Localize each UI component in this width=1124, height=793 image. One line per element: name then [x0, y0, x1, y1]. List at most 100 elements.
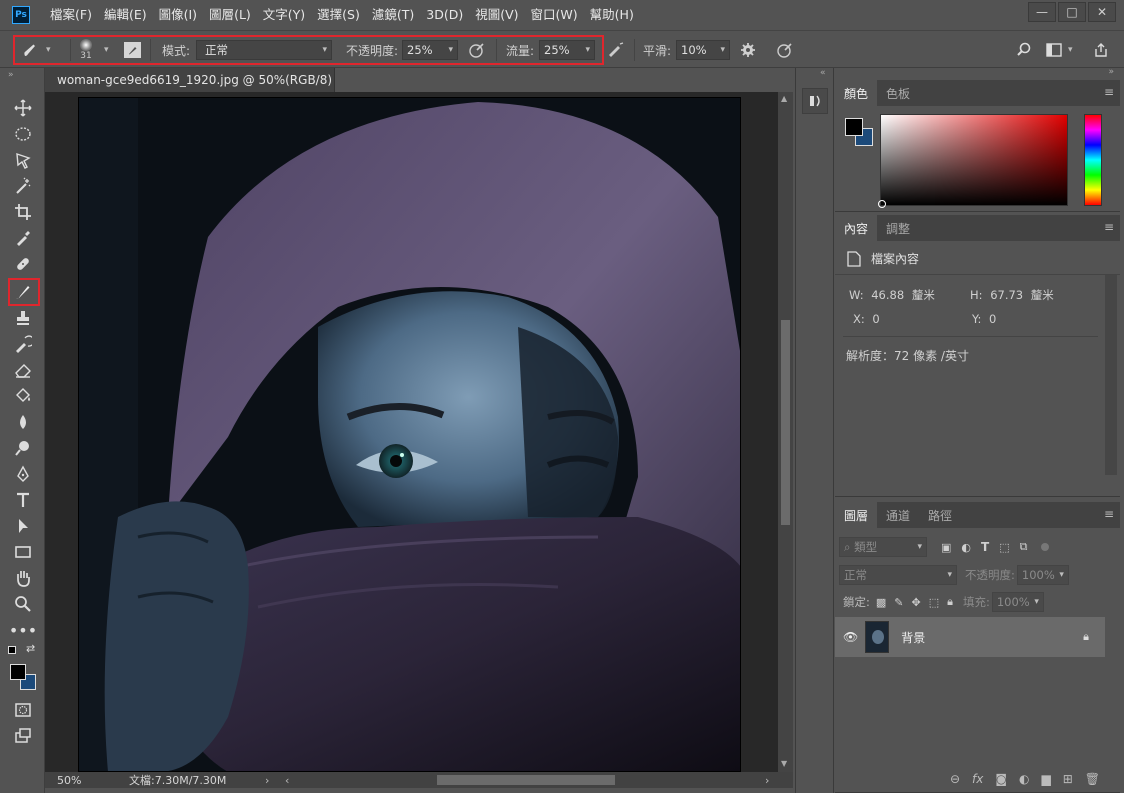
smoothing-options-button[interactable]: [740, 31, 756, 69]
history-panel-button[interactable]: [802, 88, 828, 114]
new-layer-icon[interactable]: ⊞: [1063, 772, 1073, 786]
pressure-opacity-toggle[interactable]: [468, 31, 486, 69]
collapse-toolbar-icon[interactable]: »: [8, 70, 14, 80]
eraser-tool[interactable]: [8, 358, 38, 382]
close-window-button[interactable]: ✕: [1088, 2, 1116, 22]
mode-select[interactable]: 正常 ▾: [196, 40, 332, 60]
filter-type-icon[interactable]: T: [981, 540, 989, 554]
collapse-panels-icon[interactable]: »: [1108, 67, 1114, 77]
filter-toggle-icon[interactable]: [1041, 543, 1050, 551]
tab-color[interactable]: 顏色: [835, 80, 878, 106]
x-value[interactable]: 0: [872, 312, 879, 326]
clone-stamp-tool[interactable]: [8, 306, 38, 330]
share-button[interactable]: [1093, 31, 1109, 69]
lock-position-icon[interactable]: ✥: [912, 596, 921, 609]
layer-name[interactable]: 背景: [901, 629, 925, 646]
eyedropper-tool[interactable]: [8, 226, 38, 250]
y-value[interactable]: 0: [989, 312, 996, 326]
marquee-tool[interactable]: [8, 122, 38, 146]
collapse-dock-icon[interactable]: «: [820, 68, 826, 78]
properties-scrollbar[interactable]: [1105, 275, 1117, 475]
chevron-up-icon[interactable]: ▲: [781, 94, 787, 103]
foreground-color-swatch[interactable]: [10, 664, 26, 680]
vertical-scroll-thumb[interactable]: [781, 320, 790, 525]
minimize-button[interactable]: —: [1028, 2, 1056, 22]
menu-help[interactable]: 幫助(H): [584, 0, 640, 30]
fx-icon[interactable]: fx: [972, 772, 983, 786]
default-colors-icon[interactable]: [8, 646, 16, 654]
tab-adjustments[interactable]: 調整: [877, 215, 919, 241]
tab-properties[interactable]: 內容: [835, 215, 878, 241]
tab-channels[interactable]: 通道: [877, 502, 919, 528]
brush-size-picker[interactable]: 31: [80, 31, 92, 69]
trash-icon[interactable]: 🗑︎: [1085, 772, 1100, 786]
filter-smart-object-icon[interactable]: ⧉: [1020, 540, 1028, 554]
link-layers-icon[interactable]: ⊖: [950, 772, 960, 786]
lock-transparency-icon[interactable]: ▩: [876, 596, 886, 609]
path-selection-tool[interactable]: [8, 514, 38, 538]
screen-mode-button[interactable]: [8, 724, 38, 748]
tab-paths[interactable]: 路徑: [919, 502, 961, 528]
blend-mode-select[interactable]: 正常 ▾: [839, 565, 957, 585]
hue-slider[interactable]: [1084, 114, 1102, 206]
rectangle-tool[interactable]: [8, 540, 38, 564]
lock-all-icon[interactable]: 🔒︎: [947, 595, 953, 609]
lock-artboard-icon[interactable]: ⬚: [929, 596, 939, 609]
panel-menu-icon[interactable]: ≡: [1104, 221, 1114, 233]
menu-file[interactable]: 檔案(F): [44, 0, 98, 30]
crop-tool[interactable]: [8, 200, 38, 224]
menu-filter[interactable]: 濾鏡(T): [366, 0, 420, 30]
type-tool[interactable]: [8, 488, 38, 512]
layer-opacity-input[interactable]: 100% ▾: [1016, 565, 1069, 585]
edit-toolbar-button[interactable]: •••: [8, 618, 38, 642]
menu-layer[interactable]: 圖層(L): [203, 0, 257, 30]
status-menu-chevron-icon[interactable]: ›: [265, 774, 269, 787]
tab-layers[interactable]: 圖層: [835, 502, 878, 528]
filter-shape-icon[interactable]: ⬚: [999, 541, 1009, 554]
color-picker-field[interactable]: [878, 114, 1068, 208]
history-brush-tool[interactable]: [8, 332, 38, 356]
layer-row[interactable]: 👁︎ 背景 🔒︎: [835, 617, 1105, 657]
smoothing-input[interactable]: 10% ▾: [676, 40, 730, 60]
tool-preset-picker[interactable]: ▾: [22, 31, 51, 69]
move-tool[interactable]: [8, 96, 38, 120]
panel-menu-icon[interactable]: ≡: [1104, 508, 1114, 520]
brush-angle-button[interactable]: [776, 31, 794, 69]
filter-pixel-icon[interactable]: ▣: [941, 541, 951, 554]
swap-colors-icon[interactable]: ⇄: [26, 642, 35, 655]
menu-select[interactable]: 選擇(S): [311, 0, 366, 30]
search-button[interactable]: [1016, 31, 1032, 69]
add-mask-icon[interactable]: ◙: [995, 772, 1007, 786]
width-value[interactable]: 46.88: [871, 288, 904, 302]
foreground-color-swatch[interactable]: [845, 118, 863, 136]
eye-icon[interactable]: 👁︎: [843, 630, 858, 644]
document-tab[interactable]: woman-gce9ed6619_1920.jpg @ 50%(RGB/8) *…: [45, 68, 362, 92]
pen-tool[interactable]: [8, 462, 38, 486]
canvas-area[interactable]: [45, 92, 778, 772]
workspace-switcher[interactable]: ▾: [1046, 31, 1073, 69]
tab-swatches[interactable]: 色板: [877, 80, 919, 106]
chevron-down-icon[interactable]: ▼: [781, 759, 787, 768]
menu-3d[interactable]: 3D(D): [420, 0, 469, 30]
airbrush-toggle[interactable]: [606, 31, 626, 69]
scroll-right-icon[interactable]: ›: [765, 774, 769, 787]
healing-brush-tool[interactable]: [8, 252, 38, 276]
zoom-tool[interactable]: [8, 592, 38, 616]
chevron-down-icon[interactable]: ▾: [104, 45, 109, 55]
menu-view[interactable]: 視圖(V): [469, 0, 524, 30]
adjustment-layer-icon[interactable]: ◐: [1019, 772, 1029, 786]
blur-tool[interactable]: [8, 410, 38, 434]
menu-image[interactable]: 圖像(I): [153, 0, 203, 30]
vertical-scrollbar[interactable]: ▲ ▼: [778, 92, 793, 772]
menu-edit[interactable]: 編輯(E): [98, 0, 153, 30]
menu-type[interactable]: 文字(Y): [257, 0, 311, 30]
paint-bucket-tool[interactable]: [8, 384, 38, 408]
hand-tool[interactable]: [8, 566, 38, 590]
magic-wand-tool[interactable]: [8, 174, 38, 198]
filter-adjustment-icon[interactable]: ◐: [961, 541, 971, 554]
scroll-left-icon[interactable]: ‹: [285, 774, 289, 787]
layer-filter-select[interactable]: ⌕ 類型 ▾: [839, 537, 927, 557]
maximize-button[interactable]: □: [1058, 2, 1086, 22]
new-group-icon[interactable]: ▆: [1041, 772, 1050, 786]
quick-mask-button[interactable]: [8, 698, 38, 722]
